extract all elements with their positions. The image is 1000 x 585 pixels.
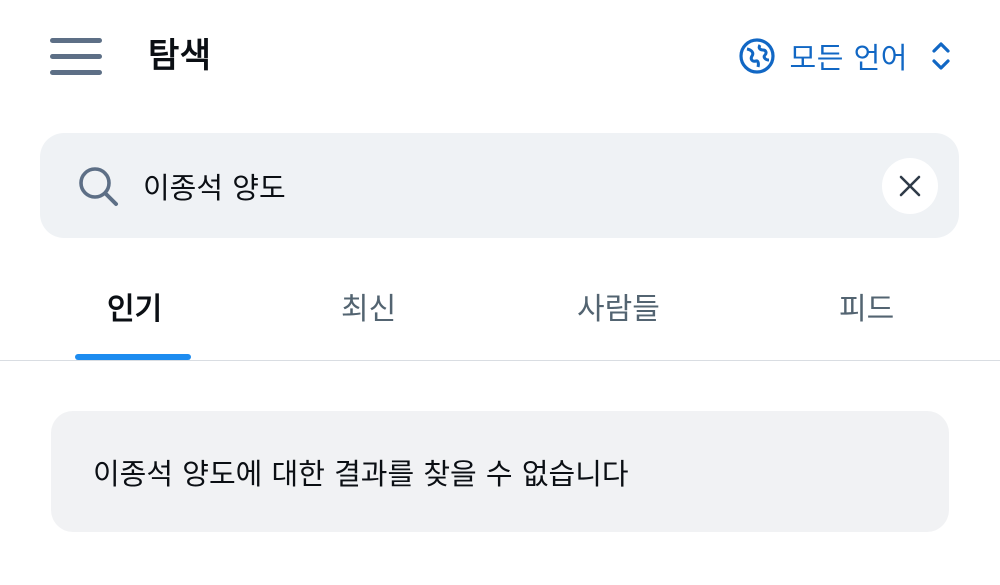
menu-button[interactable] bbox=[50, 36, 104, 78]
hamburger-menu-icon-line bbox=[50, 54, 102, 59]
tab-label: 인기 bbox=[107, 292, 163, 327]
page-title: 탐색 bbox=[148, 36, 212, 76]
top-app-bar: 탐색 모든 언어 bbox=[0, 0, 1000, 110]
clear-search-button[interactable] bbox=[882, 158, 938, 214]
chevron-up-down-icon bbox=[932, 42, 950, 70]
search-input[interactable] bbox=[143, 160, 843, 212]
language-label: 모든 언어 bbox=[789, 41, 908, 75]
close-icon bbox=[899, 175, 921, 197]
search-tabs: 인기 최신 사람들 피드 bbox=[0, 262, 1000, 361]
tab-top[interactable]: 인기 bbox=[75, 262, 191, 360]
hamburger-menu-icon-line bbox=[50, 38, 102, 43]
globe-icon bbox=[738, 38, 775, 74]
tab-feeds[interactable]: 피드 bbox=[820, 262, 920, 360]
active-tab-indicator bbox=[75, 354, 191, 360]
tab-label: 최신 bbox=[341, 292, 397, 327]
hamburger-menu-icon-line bbox=[50, 70, 102, 75]
tab-latest[interactable]: 최신 bbox=[320, 262, 420, 360]
empty-results-message: 이종석 양도에 대한 결과를 찾을 수 없습니다 bbox=[93, 457, 629, 491]
search-icon bbox=[79, 167, 118, 206]
language-selector-button[interactable]: 모든 언어 bbox=[738, 34, 952, 78]
tab-people[interactable]: 사람들 bbox=[560, 262, 680, 360]
tab-label: 피드 bbox=[839, 292, 895, 327]
empty-results-card: 이종석 양도에 대한 결과를 찾을 수 없습니다 bbox=[51, 411, 949, 532]
tab-label: 사람들 bbox=[577, 292, 660, 327]
